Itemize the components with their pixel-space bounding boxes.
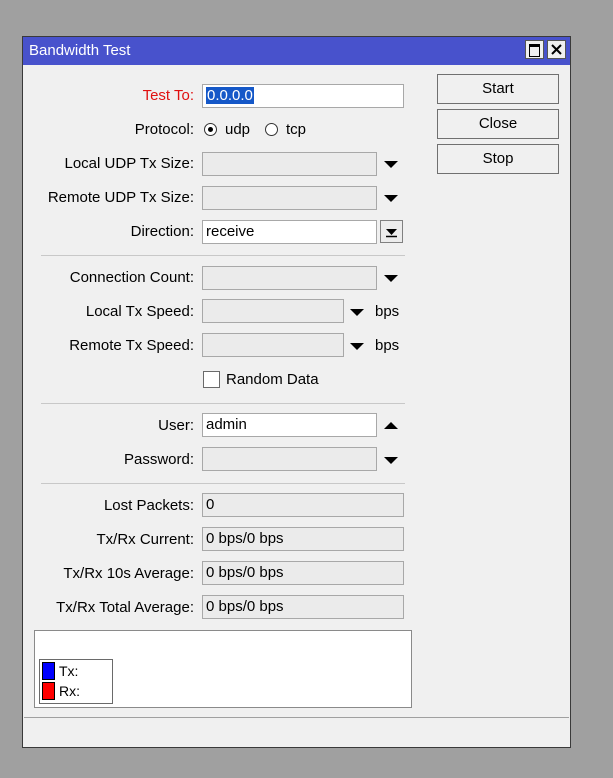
lost-packets-field: 0	[202, 493, 404, 517]
random-data-checkbox[interactable]	[203, 371, 220, 388]
separator	[41, 483, 405, 484]
remote-udp-tx-size-input[interactable]	[202, 186, 377, 210]
user-label: User:	[158, 417, 194, 434]
graph-legend: Tx: Rx:	[39, 659, 113, 704]
test-to-label: Test To:	[142, 87, 194, 104]
lost-packets-label: Lost Packets:	[103, 497, 194, 514]
user-collapse-icon[interactable]	[384, 422, 398, 429]
local-tx-speed-input[interactable]	[202, 299, 344, 323]
start-button[interactable]: Start	[437, 74, 559, 104]
connection-count-label: Connection Count:	[69, 269, 194, 286]
tx-legend-swatch	[42, 662, 55, 680]
password-label: Password:	[123, 451, 194, 468]
close-button[interactable]: Close	[437, 109, 559, 139]
remote-tx-speed-label: Remote Tx Speed:	[69, 337, 194, 354]
rx-legend-label: Rx:	[59, 683, 80, 699]
local-udp-tx-size-label: Local UDP Tx Size:	[64, 155, 195, 172]
window-title: Bandwidth Test	[29, 42, 131, 59]
status-bar	[24, 717, 569, 746]
txrx-total-average-label: Tx/Rx Total Average:	[56, 599, 194, 616]
title-bar[interactable]: Bandwidth Test	[23, 37, 570, 65]
tx-legend-label: Tx:	[59, 663, 79, 679]
separator	[41, 403, 405, 404]
test-to-value: 0.0.0.0	[206, 87, 254, 104]
user-value: admin	[206, 416, 247, 433]
close-icon	[551, 44, 562, 55]
remote-tx-speed-unit: bps	[375, 337, 400, 354]
txrx-total-average-value: 0 bps/0 bps	[206, 598, 284, 615]
password-input[interactable]	[202, 447, 377, 471]
txrx-10s-average-field: 0 bps/0 bps	[202, 561, 404, 585]
stop-button[interactable]: Stop	[437, 144, 559, 174]
txrx-10s-average-label: Tx/Rx 10s Average:	[63, 565, 194, 582]
txrx-total-average-field: 0 bps/0 bps	[202, 595, 404, 619]
random-data-label: Random Data	[226, 371, 319, 388]
traffic-graph: Tx: Rx:	[34, 630, 412, 708]
connection-count-input[interactable]	[202, 266, 377, 290]
protocol-tcp-radio[interactable]	[265, 123, 278, 136]
direction-dropdown-button[interactable]	[380, 220, 403, 243]
local-tx-speed-dropdown-icon[interactable]	[350, 309, 364, 316]
remote-udp-tx-size-label: Remote UDP Tx Size:	[47, 189, 194, 206]
txrx-current-value: 0 bps/0 bps	[206, 530, 284, 547]
direction-label: Direction:	[130, 223, 194, 240]
txrx-current-field: 0 bps/0 bps	[202, 527, 404, 551]
test-to-input[interactable]: 0.0.0.0	[202, 84, 404, 108]
local-udp-tx-size-dropdown-icon[interactable]	[384, 161, 398, 168]
protocol-label: Protocol:	[134, 121, 194, 138]
password-dropdown-icon[interactable]	[384, 457, 398, 464]
user-input[interactable]: admin	[202, 413, 377, 437]
chevron-down-icon	[386, 229, 397, 238]
maximize-button[interactable]	[525, 40, 544, 59]
direction-value: receive	[206, 223, 255, 240]
bandwidth-test-window: Bandwidth Test Test To: 0.0.0.0 Protocol…	[22, 36, 571, 748]
remote-tx-speed-dropdown-icon[interactable]	[350, 343, 364, 350]
local-udp-tx-size-input[interactable]	[202, 152, 377, 176]
protocol-tcp-label: tcp	[286, 121, 307, 138]
txrx-10s-average-value: 0 bps/0 bps	[206, 564, 284, 581]
protocol-udp-label: udp	[225, 121, 251, 138]
lost-packets-value: 0	[206, 496, 215, 513]
direction-select[interactable]: receive	[202, 220, 377, 244]
remote-udp-tx-size-dropdown-icon[interactable]	[384, 195, 398, 202]
remote-tx-speed-input[interactable]	[202, 333, 344, 357]
local-tx-speed-label: Local Tx Speed:	[85, 303, 194, 320]
separator	[41, 255, 405, 256]
connection-count-dropdown-icon[interactable]	[384, 275, 398, 282]
local-tx-speed-unit: bps	[375, 303, 400, 320]
close-window-button[interactable]	[547, 40, 566, 59]
txrx-current-label: Tx/Rx Current:	[96, 531, 194, 548]
rx-legend-swatch	[42, 682, 55, 700]
protocol-udp-radio[interactable]	[204, 123, 217, 136]
